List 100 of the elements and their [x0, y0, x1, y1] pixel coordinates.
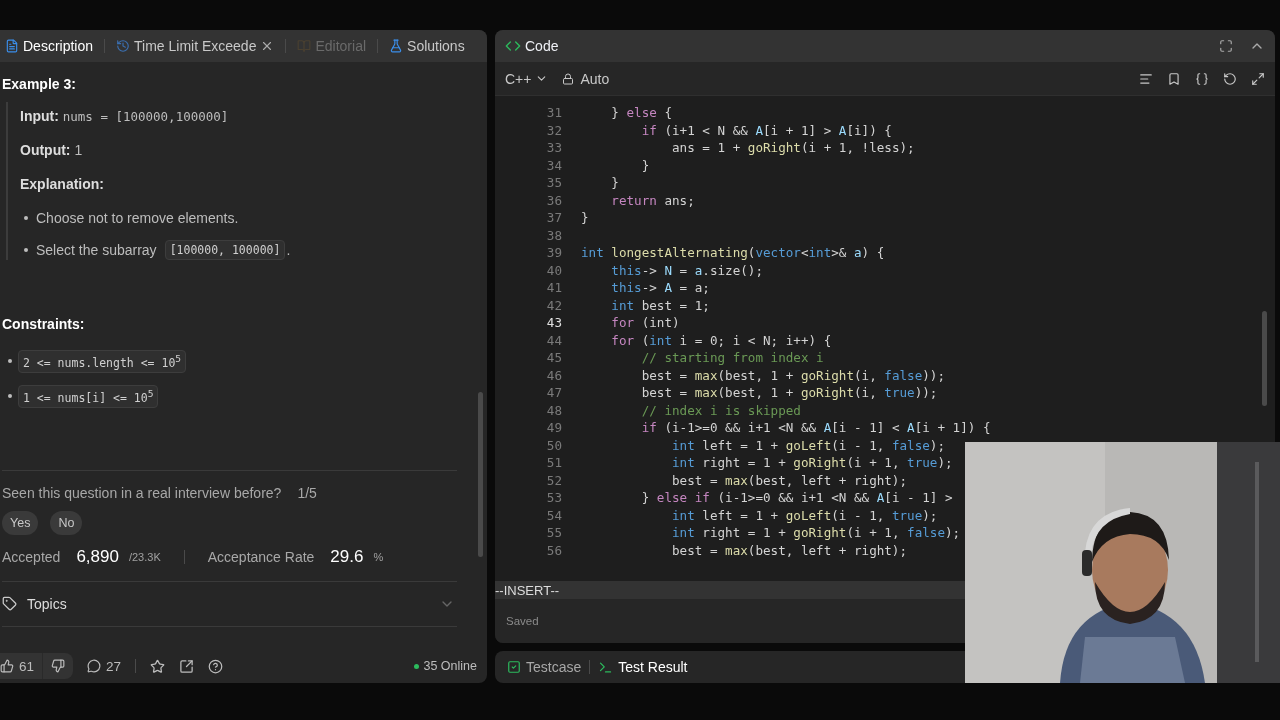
stat-value: 29.6 — [330, 546, 364, 567]
mode-label[interactable]: Auto — [562, 70, 610, 87]
comments-button[interactable]: 27 — [87, 658, 122, 674]
line-number: 55 — [545, 525, 562, 541]
stat-suffix: /23.3K — [128, 550, 161, 563]
line-number: 38 — [545, 227, 562, 243]
code-line: int right = 1 + goRight(i + 1, false); — [671, 525, 961, 541]
code-line: } else if (i-1>=0 && i+1 <N && A[i - 1] > — [640, 490, 953, 506]
reset-icon[interactable] — [1223, 71, 1237, 86]
line-number: 54 — [545, 507, 562, 523]
code-line: best = max(best, 1 + goRight(i, false)); — [640, 367, 945, 383]
stat-label: Accepted — [2, 548, 61, 565]
code-line: this-> A = a; — [610, 280, 710, 296]
format-icon[interactable] — [1139, 71, 1153, 86]
line-number: 49 — [545, 420, 562, 436]
code-line: return ans; — [610, 192, 695, 208]
line-number: 39 — [545, 245, 562, 261]
stat-suffix: % — [373, 550, 384, 563]
panel-tab[interactable]: Time Limit Exceede — [111, 38, 280, 54]
line-number: 56 — [545, 542, 562, 558]
explanation-text: Choose not to remove elements. — [36, 210, 239, 226]
stat-value: 6,890 — [76, 546, 119, 567]
explanation-label: Explanation: — [20, 176, 105, 192]
explanation-text: Select the subarray — [36, 242, 157, 258]
code-line: // starting from index i — [640, 350, 824, 366]
constraint: 1 <= nums[i] <= 10$^{5}$ — [18, 384, 159, 408]
interview-count: 1/5 — [297, 484, 317, 501]
code-line: int right = 1 + goRight(i + 1, true); — [671, 455, 953, 471]
help-icon[interactable] — [208, 658, 224, 674]
code-line: for (int i = 0; i < N; i++) { — [610, 332, 832, 348]
constraint: 2 <= nums.length <= 10$^{5}$ — [18, 350, 187, 373]
line-number: 51 — [545, 455, 562, 471]
code-icon — [505, 38, 521, 54]
code-line: int left = 1 + goLeft(i - 1, true); — [671, 507, 938, 523]
line-number: 43 — [545, 315, 562, 331]
line-number: 40 — [545, 262, 562, 278]
fullscreen-icon[interactable] — [1219, 39, 1233, 53]
bookmark-icon[interactable] — [1167, 71, 1181, 86]
share-icon[interactable] — [179, 658, 195, 674]
code-line: int left = 1 + goLeft(i - 1, false); — [671, 437, 945, 453]
code-line: int longestAlternating(vector<int>& a) { — [581, 245, 885, 261]
interview-question: Seen this question in a real interview before? — [2, 484, 282, 501]
stat-label: Acceptance Rate — [207, 548, 315, 565]
line-number: 50 — [545, 437, 562, 453]
line-number: 35 — [545, 175, 562, 191]
panel-title: Code — [525, 38, 559, 54]
thumbs-up-icon — [0, 659, 14, 673]
answer-button[interactable]: Yes — [2, 510, 39, 535]
tag-icon — [2, 596, 17, 612]
panel-tab[interactable]: Description — [0, 38, 99, 54]
line-number: 31 — [545, 105, 562, 121]
code-line: if (i+1 < N && A[i + 1] > A[i]) { — [640, 122, 892, 138]
star-icon[interactable] — [150, 658, 166, 674]
online-dot — [414, 663, 420, 669]
braces-icon[interactable] — [1195, 71, 1209, 86]
code-line: // index i is skipped — [640, 402, 801, 418]
code-line: for (int) — [610, 315, 680, 331]
panel-tab[interactable]: Test Result — [598, 659, 688, 675]
code-line: ans = 1 + goRight(i + 1, !less); — [671, 140, 915, 156]
line-number: 32 — [545, 122, 562, 138]
checkbox-icon — [507, 660, 521, 674]
flask-icon — [389, 39, 404, 53]
code-line: best = max(best, left + right); — [671, 542, 908, 558]
code-line: best = max(best, 1 + goRight(i, true)); — [640, 385, 938, 401]
line-number: 45 — [545, 350, 562, 366]
online-count: 35 Online — [423, 659, 477, 673]
line-number: 42 — [545, 297, 562, 313]
answer-button[interactable]: No — [50, 510, 83, 535]
line-number: 44 — [545, 332, 562, 348]
line-number: 37 — [545, 210, 562, 226]
lock-icon — [562, 72, 575, 85]
panel-tab[interactable]: Testcase — [507, 659, 582, 675]
history-icon — [116, 39, 131, 53]
document-icon — [5, 39, 19, 53]
line-number: 48 — [545, 402, 562, 418]
expand-icon[interactable] — [1251, 71, 1265, 86]
line-number: 41 — [545, 280, 562, 296]
inline-code: [100000, 100000] — [164, 240, 286, 260]
code-line: best = max(best, left + right); — [671, 472, 908, 488]
language-select[interactable]: C++ — [505, 70, 549, 87]
panel-tab[interactable]: Solutions — [384, 38, 470, 54]
terminal-icon — [598, 659, 614, 675]
line-number: 46 — [545, 367, 562, 383]
line-number: 36 — [545, 192, 562, 208]
code-line: } — [581, 210, 589, 226]
scrollbar[interactable] — [478, 392, 483, 557]
input-text: Input: nums = [100000,100000] — [20, 108, 230, 124]
topics-row[interactable]: Topics — [2, 581, 457, 626]
example-title: Example 3: — [2, 76, 77, 92]
code-line: } — [640, 157, 650, 173]
code-line: this-> N = a.size(); — [610, 262, 764, 278]
line-number: 33 — [545, 140, 562, 156]
dislike-button[interactable] — [51, 659, 66, 673]
code-line: } else { — [610, 105, 672, 121]
scrollbar[interactable] — [1262, 311, 1267, 406]
comment-icon — [87, 659, 102, 673]
line-number: 53 — [545, 490, 562, 506]
code-line: if (i-1>=0 && i+1 <N && A[i - 1] < A[i + 1]) { — [640, 420, 991, 436]
code-line: int best = 1; — [610, 297, 710, 313]
line-number: 52 — [545, 472, 562, 488]
